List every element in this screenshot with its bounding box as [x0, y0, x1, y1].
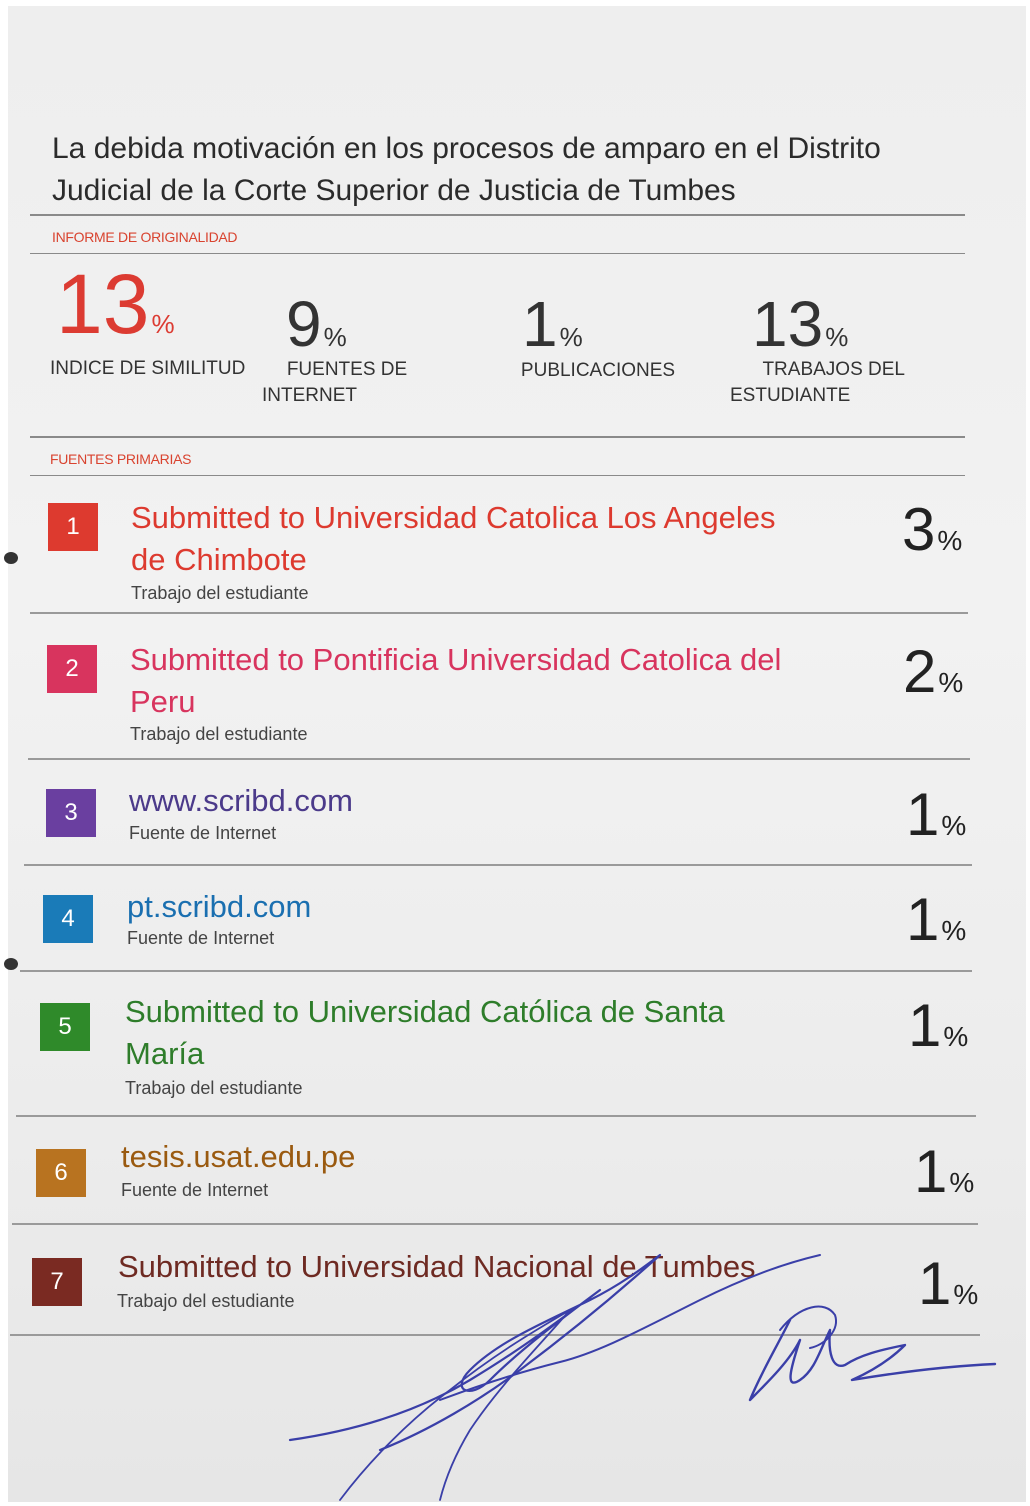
source-name: Submitted to Universidad Catolica Los An… [131, 500, 776, 577]
source-percent: 1% [914, 1138, 975, 1205]
row-divider [24, 864, 972, 866]
source-rank-badge: 1 [48, 503, 98, 551]
row-divider [28, 758, 970, 760]
punch-hole [4, 958, 18, 970]
source-name: Submitted to Universidad Nacional de Tum… [118, 1249, 756, 1284]
source-type: Trabajo del estudiante [117, 1291, 295, 1311]
source-name: pt.scribd.com [127, 889, 312, 924]
report-title: La debida motivación en los procesos de … [52, 128, 952, 212]
source-percent: 1% [906, 781, 967, 848]
punch-hole [4, 552, 18, 564]
source-type: Fuente de Internet [129, 823, 277, 843]
source-type: Trabajo del estudiante [125, 1078, 303, 1098]
divider [30, 436, 965, 438]
source-type: Trabajo del estudiante [131, 583, 309, 603]
row-divider [16, 1115, 976, 1117]
row-divider [20, 970, 972, 972]
source-percent: 2% [903, 638, 964, 705]
divider [30, 253, 965, 254]
row-divider [10, 1334, 980, 1336]
similarity-index-value: 13% [56, 257, 175, 351]
student-papers-value: 13% [752, 288, 849, 360]
publications-value: 1% [522, 288, 583, 360]
divider [30, 214, 965, 216]
divider [30, 475, 965, 476]
row-divider [12, 1223, 978, 1225]
source-percent: 1% [908, 992, 969, 1059]
similarity-index-label: INDICE DE SIMILITUD [50, 358, 246, 379]
source-rank-badge: 7 [32, 1258, 82, 1306]
title-line-1: La debida motivación en los procesos de … [52, 132, 881, 165]
source-name: www.scribd.com [129, 783, 353, 818]
internet-sources-value: 9% [286, 288, 347, 360]
student-papers-label: TRABAJOS DEL ESTUDIANTE [730, 359, 905, 406]
source-rank-badge: 3 [46, 789, 96, 837]
source-rank-badge: 2 [47, 645, 97, 693]
title-line-2: Judicial de la Corte Superior de Justici… [52, 174, 736, 207]
source-type: Fuente de Internet [121, 1180, 269, 1200]
source-rank-badge: 4 [43, 895, 93, 943]
row-divider [30, 612, 968, 614]
originality-label: INFORME DE ORIGINALIDAD [52, 229, 238, 245]
source-percent: 1% [918, 1250, 979, 1317]
source-type: Trabajo del estudiante [130, 724, 308, 744]
source-name: Submitted to Universidad Católica de San… [125, 994, 725, 1071]
publications-label: PUBLICACIONES [520, 360, 676, 381]
source-percent: 3% [902, 496, 963, 563]
source-rank-badge: 6 [36, 1149, 86, 1197]
source-name: tesis.usat.edu.pe [121, 1139, 356, 1174]
source-name: Submitted to Pontificia Universidad Cato… [130, 642, 782, 719]
source-percent: 1% [906, 886, 967, 953]
source-type: Fuente de Internet [127, 928, 275, 948]
primary-sources-label: FUENTES PRIMARIAS [50, 451, 192, 467]
internet-sources-label: FUENTES DE INTERNET [262, 359, 408, 406]
source-rank-badge: 5 [40, 1003, 90, 1051]
